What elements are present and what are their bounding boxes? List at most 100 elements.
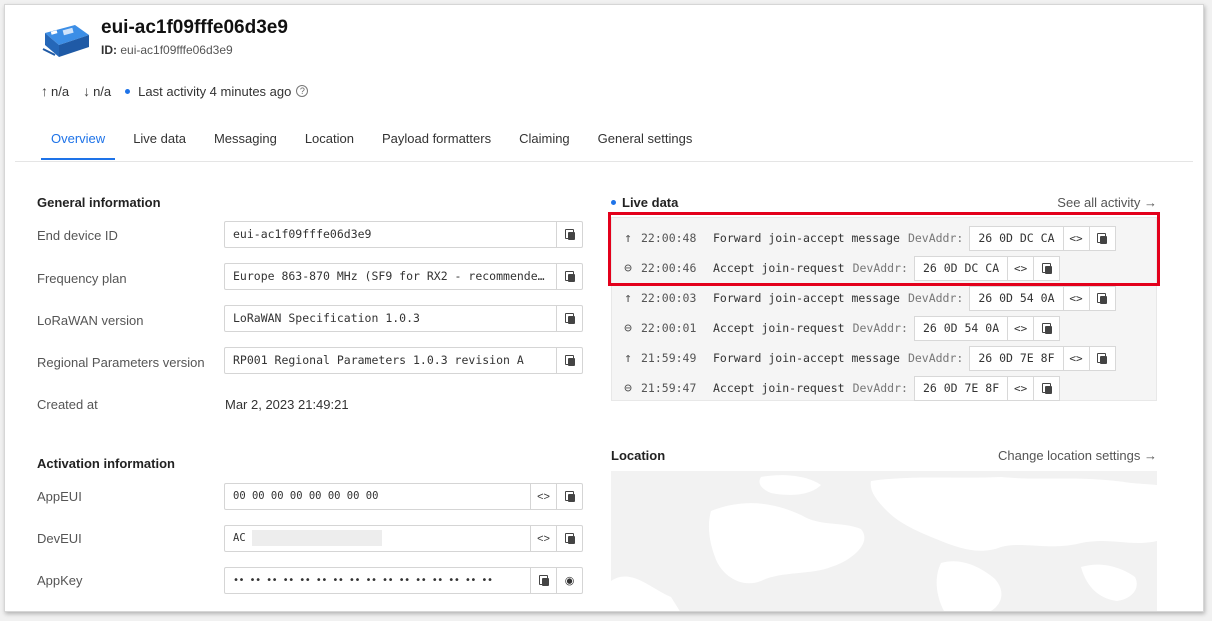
copy-button[interactable] — [556, 306, 582, 331]
code-icon: <> — [1069, 291, 1083, 305]
frequency-plan-value[interactable]: Europe 863-870 MHz (SF9 for RX2 - recomm… — [225, 264, 556, 289]
devaddr-value[interactable]: 26 0D 54 0A — [915, 317, 1007, 340]
app-key-label: AppKey — [37, 573, 83, 588]
device-stats: ↑ n/a ↓ n/a Last activity 4 minutes ago … — [41, 83, 322, 99]
copy-button[interactable] — [1033, 256, 1059, 280]
uplink-arrow-icon: ↑ — [624, 230, 632, 246]
device-id-label: ID: — [101, 43, 117, 57]
frequency-plan-field: Europe 863-870 MHz (SF9 for RX2 - recomm… — [224, 263, 583, 290]
copy-button[interactable] — [1088, 226, 1115, 250]
downlink-count: n/a — [93, 83, 112, 99]
devaddr-chip: 26 0D 7E 8F <> — [969, 345, 1116, 371]
code-icon: <> — [537, 532, 550, 545]
byte-order-button[interactable]: <> — [530, 484, 556, 509]
live-event-row[interactable]: ↑ 22:00:48 Forward join-accept message D… — [612, 223, 1116, 253]
regional-params-value[interactable]: RP001 Regional Parameters 1.0.3 revision… — [225, 348, 556, 373]
devaddr-value[interactable]: 26 0D 7E 8F — [970, 347, 1062, 370]
app-eui-label: AppEUI — [37, 489, 82, 504]
end-device-id-label: End device ID — [37, 228, 118, 243]
copy-button[interactable] — [1033, 316, 1059, 340]
copy-button[interactable] — [556, 484, 582, 509]
change-location-link[interactable]: Change location settings → — [998, 448, 1157, 463]
copy-button[interactable] — [556, 222, 582, 247]
frequency-plan-label: Frequency plan — [37, 271, 127, 286]
devaddr-chip: 26 0D 7E 8F <> — [913, 375, 1061, 401]
tab-messaging[interactable]: Messaging — [200, 125, 291, 160]
copy-icon — [1041, 382, 1052, 394]
copy-button[interactable] — [556, 264, 582, 289]
live-dot-icon — [611, 200, 616, 205]
copy-button[interactable] — [1088, 346, 1115, 370]
location-map[interactable] — [611, 471, 1157, 611]
device-icon — [42, 25, 89, 57]
event-time: 22:00:03 — [641, 291, 697, 305]
device-id: ID: eui-ac1f09fffe06d3e9 — [101, 43, 233, 57]
devaddr-value[interactable]: 26 0D DC CA — [915, 257, 1007, 280]
link-icon: ⊖ — [624, 380, 632, 396]
byte-order-button[interactable]: <> — [1062, 226, 1089, 250]
dev-eui-value-wrap[interactable]: AC — [225, 526, 530, 551]
copy-icon — [538, 575, 549, 586]
byte-order-button[interactable]: <> — [1007, 316, 1033, 340]
live-event-row[interactable]: ⊖ 22:00:01 Accept join-request DevAddr: … — [612, 313, 1061, 343]
live-event-row[interactable]: ↑ 22:00:03 Forward join-accept message D… — [612, 283, 1116, 313]
help-icon[interactable]: ? — [296, 85, 309, 97]
last-activity-text: Last activity 4 minutes ago — [138, 83, 292, 99]
copy-button[interactable] — [1033, 376, 1059, 400]
event-message: Accept join-request — [713, 321, 845, 335]
uplink-count: n/a — [51, 83, 70, 99]
show-key-button[interactable]: ◉ — [556, 568, 582, 593]
tab-live-data[interactable]: Live data — [119, 125, 200, 160]
uplink-arrow-icon: ↑ — [624, 290, 632, 306]
app-key-value[interactable]: •• •• •• •• •• •• •• •• •• •• •• •• •• •… — [225, 568, 530, 593]
code-icon: <> — [1014, 321, 1028, 335]
live-event-row[interactable]: ↑ 21:59:49 Forward join-accept message D… — [612, 343, 1116, 373]
live-data-list: ↑ 22:00:48 Forward join-accept message D… — [611, 217, 1157, 401]
code-icon: <> — [1014, 261, 1028, 275]
code-icon: <> — [537, 490, 550, 503]
copy-icon — [1097, 292, 1107, 304]
byte-order-button[interactable]: <> — [1062, 346, 1089, 370]
link-icon: ⊖ — [624, 260, 632, 276]
copy-icon — [564, 533, 575, 544]
copy-icon — [564, 491, 575, 502]
devaddr-value[interactable]: 26 0D DC CA — [970, 227, 1062, 250]
byte-order-button[interactable]: <> — [530, 526, 556, 551]
tab-location[interactable]: Location — [291, 125, 368, 160]
tab-general-settings[interactable]: General settings — [584, 125, 707, 160]
dev-eui-field: AC <> — [224, 525, 583, 552]
byte-order-button[interactable]: <> — [1007, 256, 1033, 280]
copy-icon — [1097, 232, 1107, 244]
link-icon: ⊖ — [624, 320, 632, 336]
live-event-row[interactable]: ⊖ 21:59:47 Accept join-request DevAddr: … — [612, 373, 1061, 403]
end-device-id-value[interactable]: eui-ac1f09fffe06d3e9 — [225, 222, 556, 247]
byte-order-button[interactable]: <> — [1062, 286, 1089, 310]
devaddr-label: DevAddr: — [852, 321, 908, 335]
lorawan-version-field: LoRaWAN Specification 1.0.3 — [224, 305, 583, 332]
device-id-value: eui-ac1f09fffe06d3e9 — [120, 43, 233, 57]
byte-order-button[interactable]: <> — [1007, 376, 1033, 400]
devaddr-value[interactable]: 26 0D 7E 8F — [915, 377, 1007, 400]
copy-button[interactable] — [1088, 286, 1115, 310]
lorawan-version-value[interactable]: LoRaWAN Specification 1.0.3 — [225, 306, 556, 331]
copy-icon — [564, 313, 575, 324]
live-data-header: Live data — [611, 195, 678, 210]
devaddr-label: DevAddr: — [907, 291, 964, 305]
event-message: Forward join-accept message — [713, 231, 900, 245]
copy-button[interactable] — [556, 348, 582, 373]
copy-button[interactable] — [530, 568, 556, 593]
downlink-arrow-icon: ↓ — [83, 83, 91, 99]
tab-payload-formatters[interactable]: Payload formatters — [368, 125, 505, 160]
see-all-activity-link[interactable]: See all activity → — [1057, 195, 1157, 210]
uplink-stat: ↑ n/a — [41, 83, 69, 99]
copy-button[interactable] — [556, 526, 582, 551]
tab-overview[interactable]: Overview — [37, 125, 119, 160]
devaddr-value[interactable]: 26 0D 54 0A — [970, 287, 1062, 310]
live-event-row[interactable]: ⊖ 22:00:46 Accept join-request DevAddr: … — [612, 253, 1061, 283]
tab-bar: Overview Live data Messaging Location Pa… — [37, 125, 706, 160]
world-map-shapes — [611, 475, 1157, 611]
regional-params-field: RP001 Regional Parameters 1.0.3 revision… — [224, 347, 583, 374]
app-eui-value[interactable]: 00 00 00 00 00 00 00 00 — [225, 484, 530, 509]
tab-claiming[interactable]: Claiming — [505, 125, 584, 160]
live-data-title: Live data — [622, 195, 679, 210]
